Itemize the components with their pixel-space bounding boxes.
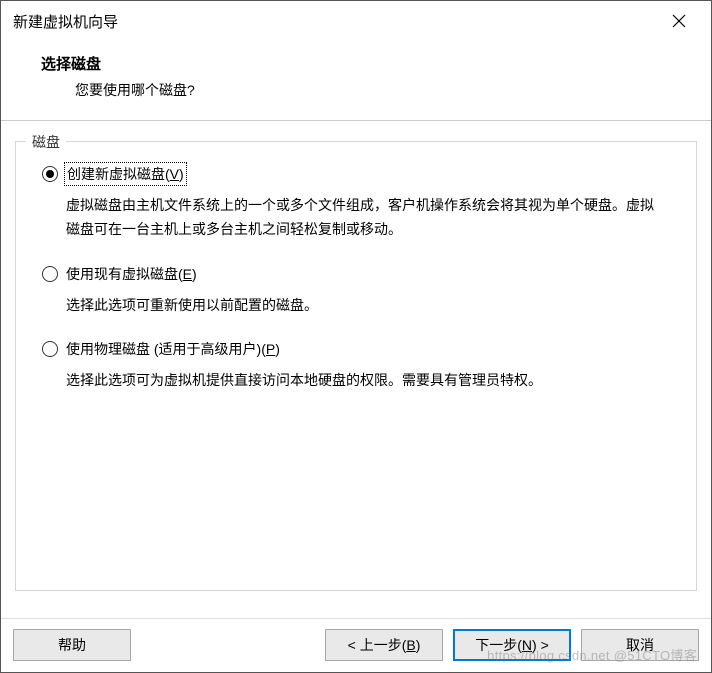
radio-icon [42,166,58,182]
help-button[interactable]: 帮助 [13,629,131,661]
close-icon [672,14,686,28]
page-heading: 选择磁盘 [41,53,711,74]
footer-divider [1,618,711,619]
option-description: 选择此选项可为虚拟机提供直接访问本地硬盘的权限。需要具有管理员特权。 [66,369,656,393]
content-area: 磁盘 创建新虚拟磁盘(V) 虚拟磁盘由主机文件系统上的一个或多个文件组成，客户机… [1,141,711,591]
wizard-header: 选择磁盘 您要使用哪个磁盘? [1,41,711,120]
wizard-footer: 帮助 < 上一步(B) 下一步(N) > 取消 [1,618,711,672]
close-button[interactable] [659,1,699,41]
option-description: 选择此选项可重新使用以前配置的磁盘。 [66,294,656,318]
next-button[interactable]: 下一步(N) > [453,629,571,661]
option-label: 使用现有虚拟磁盘(E) [66,264,197,284]
cancel-button[interactable]: 取消 [581,629,699,661]
option-physical-disk: 使用物理磁盘 (适用于高级用户)(P) 选择此选项可为虚拟机提供直接访问本地硬盘… [42,339,670,393]
radio-existing-disk[interactable]: 使用现有虚拟磁盘(E) [42,264,670,284]
radio-create-new-disk[interactable]: 创建新虚拟磁盘(V) [42,164,670,184]
back-button[interactable]: < 上一步(B) [325,629,443,661]
option-existing-disk: 使用现有虚拟磁盘(E) 选择此选项可重新使用以前配置的磁盘。 [42,264,670,318]
radio-physical-disk[interactable]: 使用物理磁盘 (适用于高级用户)(P) [42,339,670,359]
option-description: 虚拟磁盘由主机文件系统上的一个或多个文件组成，客户机操作系统会将其视为单个硬盘。… [66,194,656,242]
option-label: 创建新虚拟磁盘(V) [66,164,185,184]
page-subheading: 您要使用哪个磁盘? [75,80,711,100]
disk-fieldset: 磁盘 创建新虚拟磁盘(V) 虚拟磁盘由主机文件系统上的一个或多个文件组成，客户机… [15,141,697,591]
title-bar: 新建虚拟机向导 [1,1,711,41]
fieldset-legend: 磁盘 [26,132,66,152]
window-title: 新建虚拟机向导 [13,11,659,32]
header-divider [1,120,711,121]
option-create-new-disk: 创建新虚拟磁盘(V) 虚拟磁盘由主机文件系统上的一个或多个文件组成，客户机操作系… [42,164,670,242]
option-label: 使用物理磁盘 (适用于高级用户)(P) [66,339,280,359]
radio-icon [42,341,58,357]
radio-icon [42,266,58,282]
